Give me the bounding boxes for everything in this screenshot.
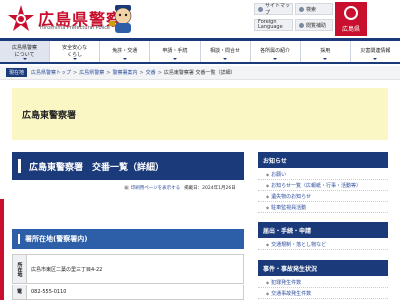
sitemap-icon bbox=[258, 6, 263, 12]
nav-label: 申請・手続 bbox=[162, 48, 188, 54]
accessibility-label: 閲覧補助 bbox=[306, 22, 327, 29]
sidebar-link[interactable]: お知らせ一覧（広報紙・行事・活動等） bbox=[258, 181, 388, 191]
breadcrumb: 現在地 広島県警察トップ > 広島県警察 > 警察署案内 > 交番 > 広島東警察署 交… bbox=[0, 66, 400, 80]
sidebar-link[interactable]: 駐車監視員活動 bbox=[258, 203, 388, 213]
side-accent-bar bbox=[0, 199, 4, 300]
site-header: 広島県警察 Hiroshima Prefectural Police サイトマッ… bbox=[0, 0, 400, 38]
search-icon bbox=[299, 6, 304, 12]
heading-accent bbox=[18, 159, 21, 173]
nav-label: 採用 bbox=[320, 48, 331, 54]
nav-item-departments[interactable]: 各所属の紹介 bbox=[251, 41, 301, 62]
sidebar-link[interactable]: 遺失物のお知らせ bbox=[258, 192, 388, 202]
prefecture-label: 広島県 bbox=[341, 26, 360, 33]
breadcrumb-link[interactable]: 警察署案内 bbox=[112, 69, 137, 76]
page-title-text: 広島東警察署 交番一覧（詳細） bbox=[29, 162, 165, 173]
language-label-bottom: Language bbox=[258, 24, 283, 30]
nav-label: 各所属の紹介 bbox=[260, 48, 291, 54]
section-heading-text: 署所在地(警察署内) bbox=[25, 235, 88, 243]
current-location-label: 現在地 bbox=[6, 68, 28, 77]
mascot-icon bbox=[109, 5, 132, 33]
sidebar-link[interactable]: 犯罪発生件数 bbox=[258, 278, 388, 288]
nav-label: 相談・問合せ bbox=[210, 48, 241, 54]
published-date: 掲載日：2024年1月26日 bbox=[184, 186, 236, 191]
breadcrumb-link[interactable]: 広島県警察 bbox=[79, 69, 104, 76]
accessibility-icon bbox=[299, 22, 304, 28]
nav-label: 安全安心な くらし bbox=[62, 44, 88, 58]
sidebar-link[interactable]: 交通事故発生件数 bbox=[258, 289, 388, 299]
table-cell: 082-555-0110 bbox=[31, 289, 67, 295]
foreign-language-link[interactable]: Foreign Language bbox=[254, 19, 293, 31]
search-label: 検索 bbox=[306, 6, 317, 13]
police-emblem-icon[interactable] bbox=[6, 4, 36, 34]
search-link[interactable]: 検索 bbox=[295, 3, 333, 15]
nav-label: 免許・交通 bbox=[112, 48, 138, 54]
prefecture-link[interactable]: 広島県 bbox=[335, 2, 367, 36]
global-nav: 広島県警察 について 安全安心な くらし 免許・交通 申請・手続 相談・問合せ … bbox=[0, 38, 400, 64]
sidebar-heading-notice: お知らせ bbox=[258, 152, 388, 168]
sidebar-heading-forms: 届出・手続・申請 bbox=[258, 222, 388, 238]
nav-label: 広島県警察 について bbox=[12, 44, 38, 58]
sidebar-heading-cases: 事件・事故発生状況 bbox=[258, 260, 388, 276]
nav-item-recruitment[interactable]: 採用 bbox=[301, 41, 351, 62]
nav-item-disaster[interactable]: 災害関連情報 bbox=[351, 41, 400, 62]
nav-item-about[interactable]: 広島県警察 について bbox=[0, 41, 51, 62]
nav-item-procedures[interactable]: 申請・手続 bbox=[150, 41, 201, 62]
department-banner: 広島東警察署 bbox=[12, 88, 388, 140]
prefecture-emblem-icon bbox=[344, 6, 358, 20]
department-title: 広島東警察署 bbox=[22, 111, 77, 121]
nav-label: 災害関連情報 bbox=[360, 48, 391, 54]
breadcrumb-link[interactable]: 交番 bbox=[146, 69, 156, 76]
sitemap-label: サイトマップ bbox=[265, 3, 291, 16]
table-header-cell: 電 bbox=[13, 285, 27, 299]
table-row: 電 082-555-0110 bbox=[12, 285, 244, 300]
nav-item-safety[interactable]: 安全安心な くらし bbox=[50, 41, 101, 62]
sitemap-link[interactable]: サイトマップ bbox=[254, 3, 293, 16]
page-meta: 印刷用ページを表示する 掲載日：2024年1月26日 bbox=[124, 185, 236, 191]
table-header-cell: 所在地 bbox=[13, 255, 27, 283]
print-link[interactable]: 印刷用ページを表示する bbox=[124, 185, 180, 191]
site-subtitle: Hiroshima Prefectural Police bbox=[40, 25, 111, 31]
accessibility-link[interactable]: 閲覧補助 bbox=[295, 19, 333, 31]
nav-item-license[interactable]: 免許・交通 bbox=[100, 41, 151, 62]
table-row: 所在地 広島市東区二葉の里三丁目4-22 bbox=[12, 254, 244, 284]
sidebar-link[interactable]: 交通規制・落とし物など bbox=[258, 240, 388, 250]
page-title: 広島東警察署 交番一覧（詳細） bbox=[12, 152, 244, 180]
heading-accent bbox=[18, 234, 20, 244]
table-cell: 広島市東区二葉の里三丁目4-22 bbox=[31, 266, 103, 273]
sidebar-link[interactable]: お願い bbox=[258, 170, 388, 180]
section-heading: 署所在地(警察署内) bbox=[12, 229, 244, 249]
nav-item-consultation[interactable]: 相談・問合せ bbox=[201, 41, 251, 62]
breadcrumb-current: 広島東警察署 交番一覧（詳細） bbox=[163, 70, 236, 76]
breadcrumb-link[interactable]: 広島県警察トップ bbox=[31, 69, 71, 76]
